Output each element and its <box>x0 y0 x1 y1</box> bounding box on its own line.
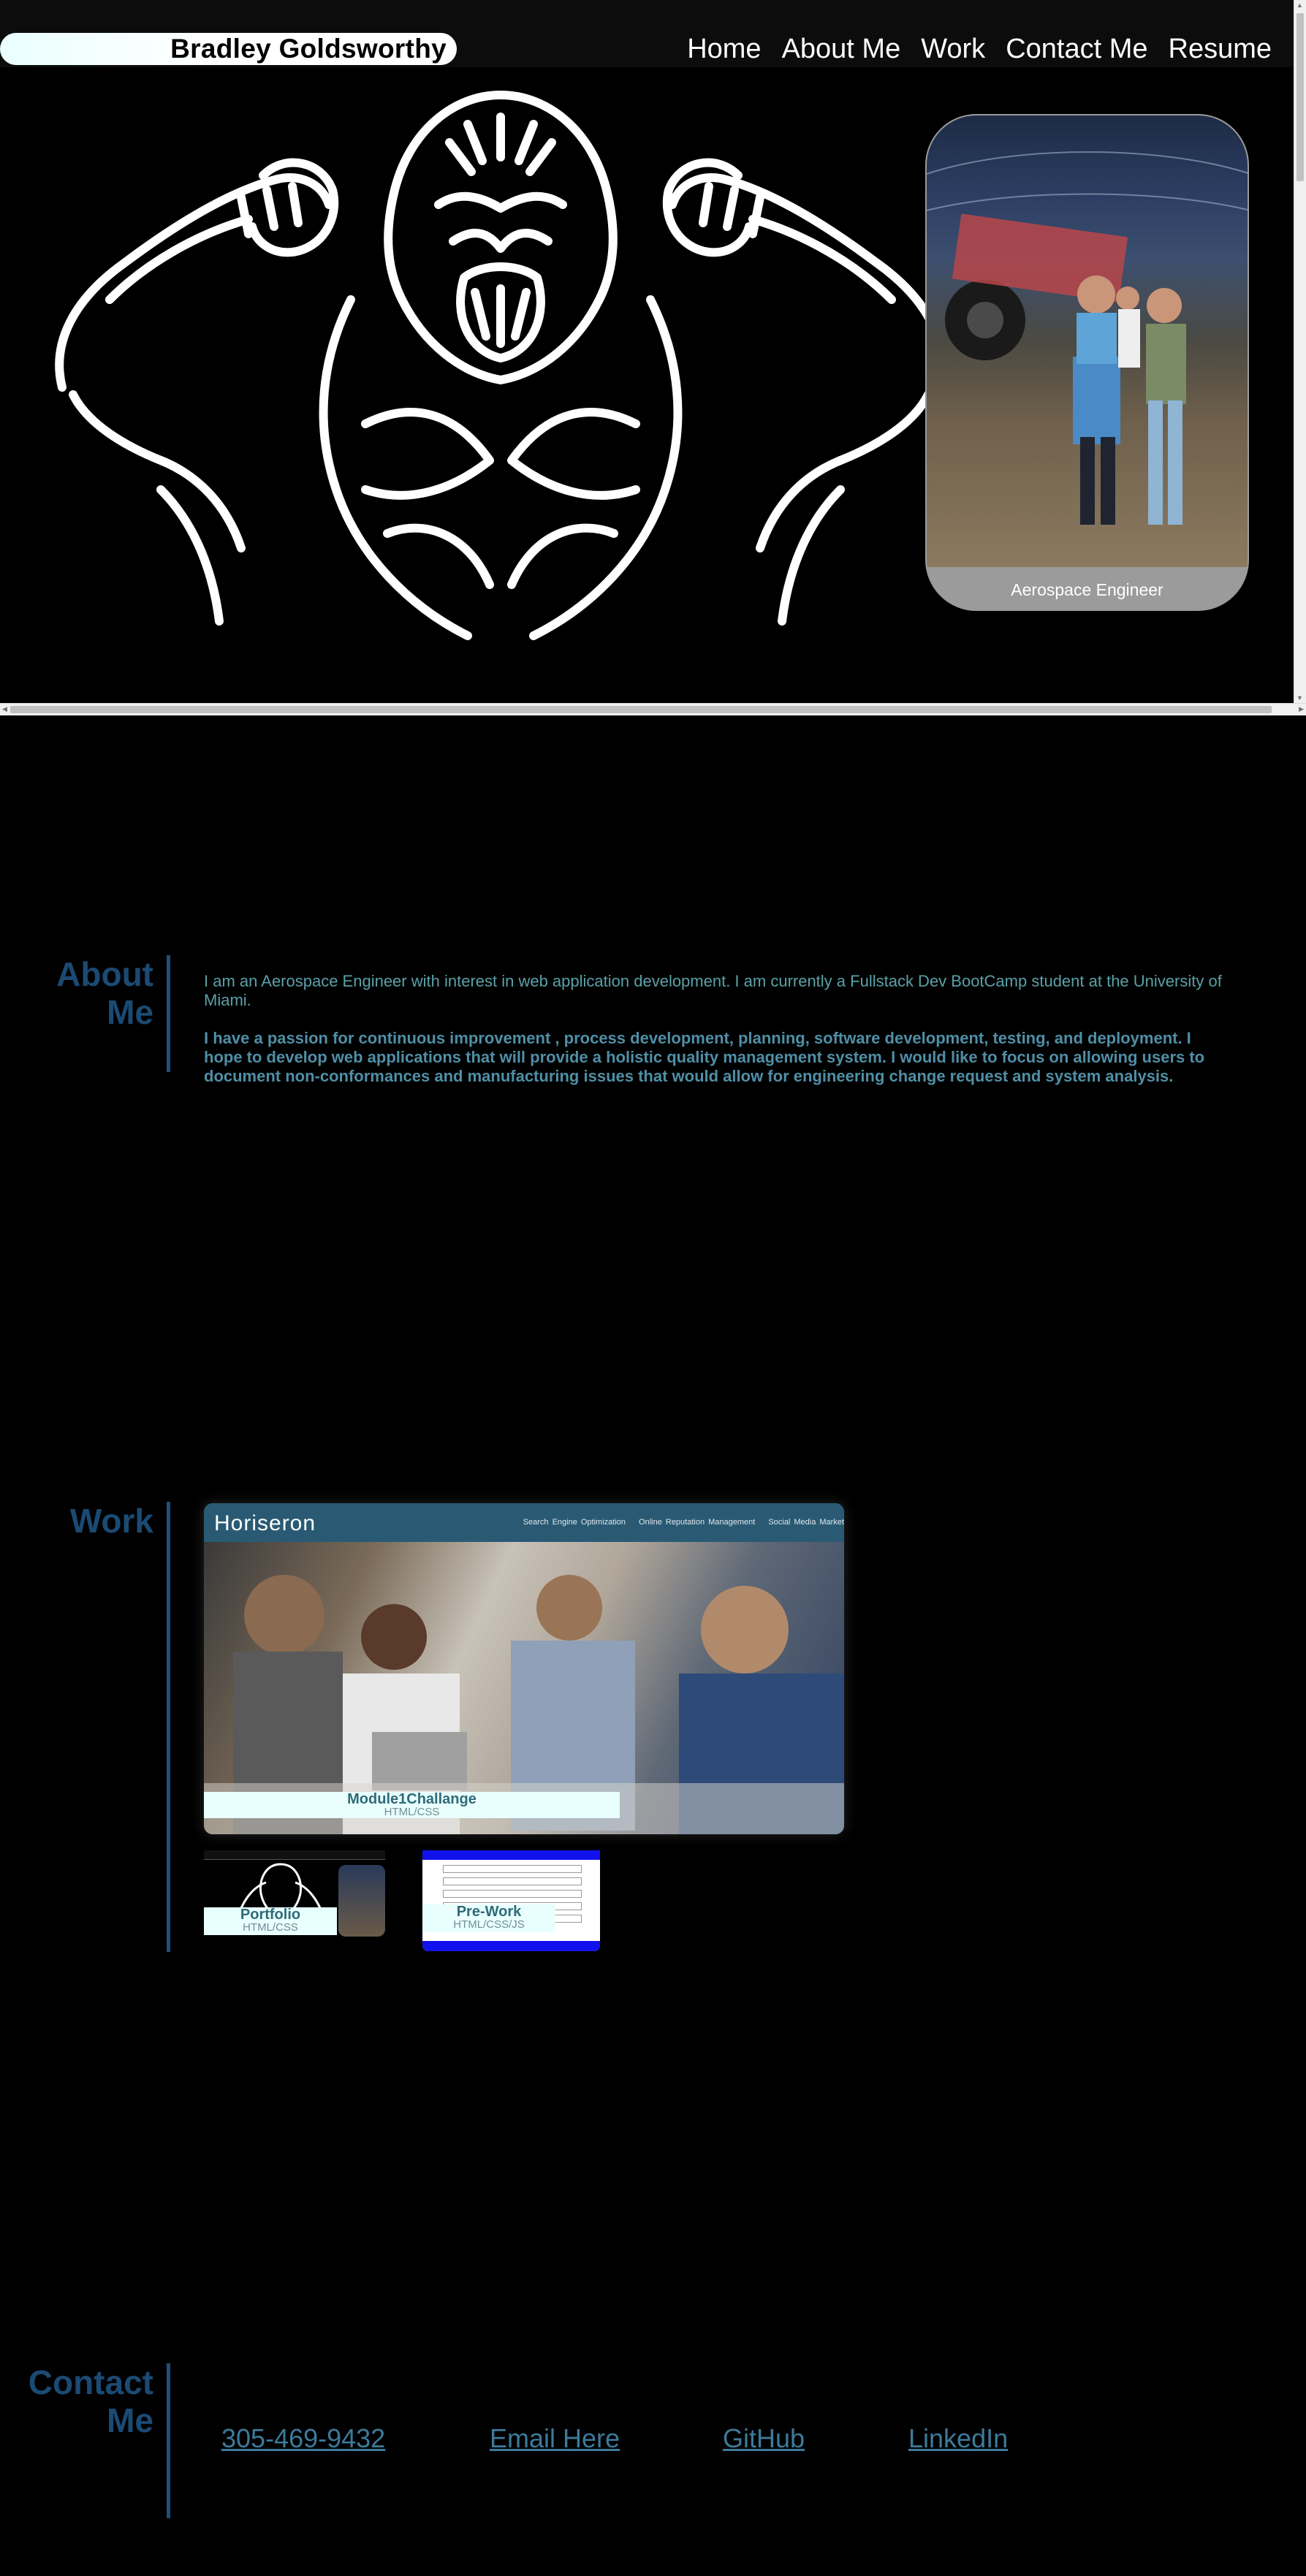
scroll-down-icon[interactable]: ▼ <box>1296 694 1303 702</box>
project-preview-image <box>204 1542 844 1834</box>
contact-divider <box>167 2363 170 2518</box>
project-preview-footer <box>422 1941 600 1951</box>
project-label: Portfolio HTML/CSS <box>204 1907 337 1935</box>
contact-email-link[interactable]: Email Here <box>490 2423 620 2454</box>
project-preview-links: Search Engine Optimization Online Reputat… <box>523 1518 844 1527</box>
project-label: Module1Challange HTML/CSS <box>204 1792 620 1818</box>
scrollbar-thumb-horizontal[interactable] <box>10 706 1272 713</box>
nav-work-link[interactable]: Work <box>921 31 985 67</box>
project-card-module1[interactable]: Horiseron Search Engine Optimization Onli… <box>204 1503 844 1834</box>
project-card-portfolio[interactable]: Portfolio HTML/CSS <box>204 1850 385 1939</box>
work-heading: Work <box>69 1502 153 1540</box>
project-card-prework[interactable]: Pre-Work HTML/CSS/JS <box>422 1850 600 1951</box>
about-divider <box>167 955 170 1072</box>
contact-github-link[interactable]: GitHub <box>723 2423 805 2454</box>
project-title: Portfolio <box>240 1907 301 1923</box>
project-label: Pre-Work HTML/CSS/JS <box>422 1904 555 1932</box>
scroll-up-icon[interactable]: ▲ <box>1296 1 1303 9</box>
profile-photo <box>927 115 1248 567</box>
project-tech: HTML/CSS <box>243 1921 298 1934</box>
top-nav-bar: Bradley Goldsworthy Home About Me Work C… <box>0 0 1294 67</box>
nav-contact-link[interactable]: Contact Me <box>1006 31 1147 67</box>
project-tech: HTML/CSS/JS <box>453 1918 525 1931</box>
project-preview-nav <box>204 1850 385 1860</box>
vertical-scrollbar[interactable]: ▲ ▼ <box>1294 0 1306 703</box>
about-heading: About Me <box>56 955 153 1031</box>
project-tech: HTML/CSS <box>384 1806 440 1818</box>
scroll-right-icon[interactable]: ▶ <box>1299 705 1304 713</box>
project-title: Module1Challange <box>347 1791 477 1807</box>
about-intro-text: I am an Aerospace Engineer with interest… <box>204 972 1222 1009</box>
main-nav: Home About Me Work Contact Me Resume <box>687 31 1272 67</box>
project-preview-header <box>422 1850 600 1860</box>
gorilla-flexing-icon <box>55 91 946 640</box>
contact-heading: Contact Me <box>28 2363 153 2439</box>
nav-about-link[interactable]: About Me <box>782 31 901 67</box>
nav-resume-link[interactable]: Resume <box>1169 31 1272 67</box>
horizontal-scrollbar[interactable]: ◀ ▶ <box>0 703 1306 715</box>
contact-phone-link[interactable]: 305-469-9432 <box>221 2423 385 2454</box>
nav-home-link[interactable]: Home <box>687 31 761 67</box>
site-name[interactable]: Bradley Goldsworthy <box>0 33 457 65</box>
profile-thumbnail <box>338 1865 385 1937</box>
scroll-left-icon[interactable]: ◀ <box>2 705 7 713</box>
scrollbar-thumb[interactable] <box>1296 13 1304 181</box>
work-divider <box>167 1502 170 1952</box>
profile-card: Aerospace Engineer <box>925 114 1249 611</box>
profile-caption: Aerospace Engineer <box>1011 580 1163 599</box>
project-preview-header: Horiseron Search Engine Optimization Onli… <box>204 1503 844 1542</box>
contact-linkedin-link[interactable]: LinkedIn <box>908 2423 1008 2454</box>
project-title: Pre-Work <box>456 1904 522 1920</box>
project-preview-logo: Horiseron <box>214 1511 316 1535</box>
about-passion-text: I have a passion for continuous improvem… <box>204 1029 1205 1085</box>
